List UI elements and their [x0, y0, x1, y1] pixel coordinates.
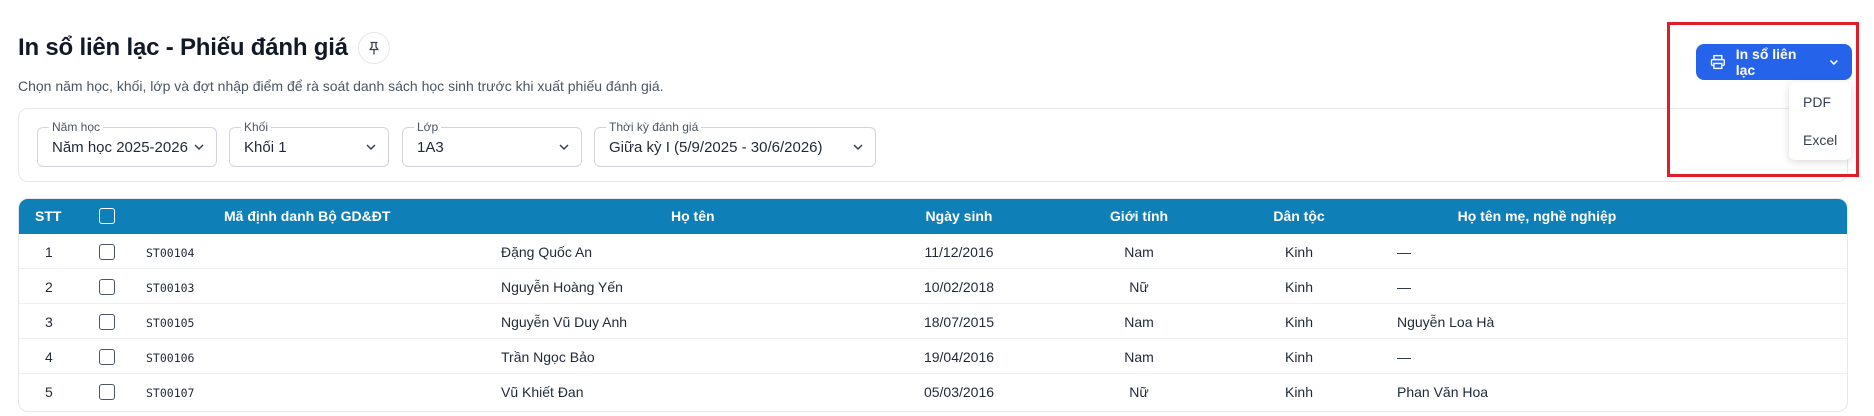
cell-ethnicity: Kinh	[1284, 349, 1314, 365]
table-row[interactable]: 4 ST00106 Trần Ngọc Bảo 19/04/2016 Nam K…	[19, 339, 1847, 374]
cell-gender: Nữ	[1129, 279, 1149, 295]
header-name: Họ tên	[671, 208, 715, 224]
print-button-label: In sổ liên lạc	[1735, 46, 1797, 78]
grade-select[interactable]: Khối Khối 1	[229, 120, 389, 167]
cell-name: Nguyễn Vũ Duy Anh	[501, 314, 628, 330]
row-checkbox[interactable]	[99, 384, 115, 400]
pin-button[interactable]	[357, 32, 390, 64]
cell-mother: Nguyễn Loa Hà	[1397, 314, 1495, 330]
cell-dob: 19/04/2016	[923, 349, 995, 365]
cell-dob: 05/03/2016	[923, 384, 995, 400]
period-value: Giữa kỳ I (5/9/2025 - 30/6/2026)	[609, 139, 823, 156]
cell-gender: Nam	[1124, 244, 1154, 260]
cell-name: Nguyễn Hoàng Yến	[501, 279, 623, 295]
header-ethnicity: Dân tộc	[1273, 208, 1325, 224]
student-table: STT Mã định danh Bộ GD&ĐT Họ tên Ngày si…	[18, 198, 1848, 412]
row-checkbox[interactable]	[99, 314, 115, 330]
header-dob: Ngày sinh	[925, 208, 993, 224]
header-code: Mã định danh Bộ GD&ĐT	[224, 208, 391, 224]
printer-icon	[1710, 54, 1725, 70]
header-stt: STT	[35, 208, 62, 224]
row-checkbox[interactable]	[99, 244, 115, 260]
grade-value: Khối 1	[244, 139, 287, 156]
menu-item-pdf[interactable]: PDF	[1803, 94, 1831, 110]
cell-mother: —	[1397, 279, 1411, 295]
cell-code: ST00104	[146, 246, 195, 260]
select-all-checkbox[interactable]	[99, 208, 115, 224]
cell-ethnicity: Kinh	[1284, 314, 1314, 330]
table-row[interactable]: 3 ST00105 Nguyễn Vũ Duy Anh 18/07/2015 N…	[19, 304, 1847, 339]
filter-panel: Năm học Năm học 2025-2026 Khối Khối 1 Lớ…	[18, 108, 1848, 182]
cell-stt: 3	[45, 314, 53, 330]
page-title: In sổ liên lạc - Phiếu đánh giá	[18, 34, 348, 61]
year-select[interactable]: Năm học Năm học 2025-2026	[37, 120, 217, 167]
page-header: In sổ liên lạc - Phiếu đánh giá Chọn năm…	[18, 32, 664, 94]
cell-name: Trần Ngọc Bảo	[501, 349, 595, 365]
cell-mother: —	[1397, 244, 1411, 260]
row-checkbox[interactable]	[99, 279, 115, 295]
cell-dob: 18/07/2015	[923, 314, 995, 330]
table-row[interactable]: 2 ST00103 Nguyễn Hoàng Yến 10/02/2018 Nữ…	[19, 269, 1847, 304]
cell-name: Vũ Khiết Đan	[501, 384, 584, 400]
chevron-down-icon	[559, 144, 569, 151]
print-dropdown-menu: PDF Excel	[1789, 82, 1851, 160]
cell-stt: 4	[45, 349, 53, 365]
year-value: Năm học 2025-2026	[52, 139, 188, 156]
cell-ethnicity: Kinh	[1284, 384, 1314, 400]
period-label: Thời kỳ đánh giá	[606, 120, 702, 134]
table-row[interactable]: 1 ST00104 Đặng Quốc An 11/12/2016 Nam Ki…	[19, 234, 1847, 269]
cell-gender: Nữ	[1129, 384, 1149, 400]
row-checkbox[interactable]	[99, 349, 115, 365]
chevron-down-icon	[1830, 59, 1839, 66]
cell-gender: Nam	[1124, 349, 1154, 365]
class-select[interactable]: Lớp 1A3	[402, 120, 582, 167]
cell-stt: 5	[45, 384, 53, 400]
cell-mother: —	[1397, 349, 1411, 365]
class-value: 1A3	[417, 139, 444, 156]
cell-code: ST00107	[146, 386, 195, 400]
cell-code: ST00105	[146, 316, 195, 330]
cell-dob: 10/02/2018	[923, 279, 995, 295]
cell-dob: 11/12/2016	[924, 244, 994, 260]
chevron-down-icon	[366, 144, 376, 151]
chevron-down-icon	[853, 144, 863, 151]
period-select[interactable]: Thời kỳ đánh giá Giữa kỳ I (5/9/2025 - 3…	[594, 120, 876, 167]
cell-mother: Phan Văn Hoa	[1397, 384, 1489, 400]
header-mother: Họ tên mẹ, nghề nghiệp	[1457, 208, 1617, 224]
class-label: Lớp	[414, 120, 442, 134]
table-row[interactable]: 5 ST00107 Vũ Khiết Đan 05/03/2016 Nữ Kin…	[19, 374, 1847, 409]
print-button[interactable]: In sổ liên lạc	[1696, 44, 1852, 80]
menu-item-excel[interactable]: Excel	[1803, 132, 1837, 148]
cell-ethnicity: Kinh	[1284, 279, 1314, 295]
cell-stt: 2	[45, 279, 53, 295]
table-header: STT Mã định danh Bộ GD&ĐT Họ tên Ngày si…	[19, 199, 1847, 234]
pin-icon	[369, 41, 379, 55]
year-label: Năm học	[49, 120, 104, 134]
chevron-down-icon	[194, 144, 204, 151]
cell-ethnicity: Kinh	[1284, 244, 1314, 260]
grade-label: Khối	[241, 120, 272, 134]
cell-gender: Nam	[1124, 314, 1154, 330]
cell-code: ST00103	[146, 281, 195, 295]
cell-stt: 1	[45, 244, 53, 260]
cell-code: ST00106	[146, 351, 195, 365]
cell-name: Đặng Quốc An	[501, 244, 593, 260]
page-subtitle: Chọn năm học, khối, lớp và đợt nhập điểm…	[18, 78, 664, 94]
header-gender: Giới tính	[1109, 208, 1169, 224]
